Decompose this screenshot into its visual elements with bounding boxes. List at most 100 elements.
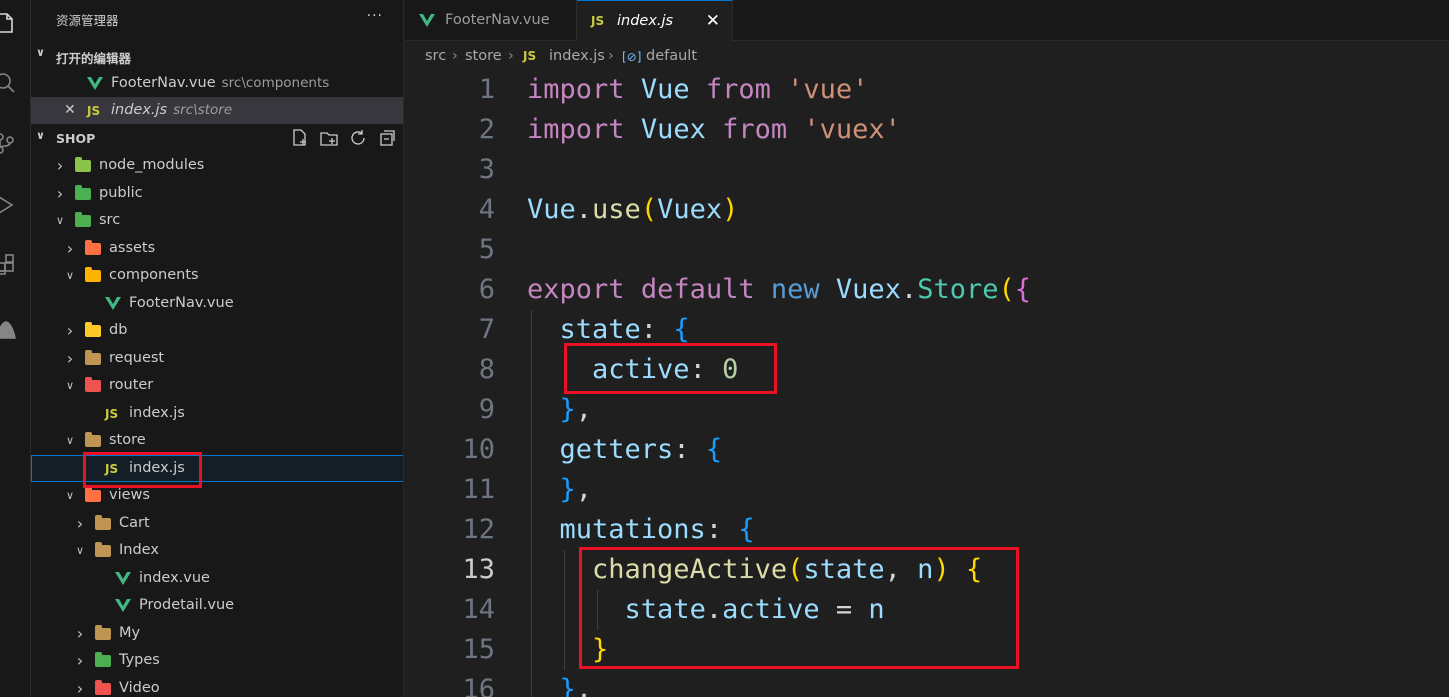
code-line[interactable]: 1 import Vue from 'vue' (405, 70, 1449, 110)
code-line[interactable]: 8 active: 0 (405, 350, 1449, 390)
breadcrumb-item[interactable]: default (646, 42, 697, 70)
code-text: export default new Vuex.Store({ (527, 270, 1031, 310)
chevron-down-icon[interactable]: ∨ (63, 262, 77, 289)
tree-item[interactable]: ∨ router (31, 372, 403, 399)
project-header[interactable]: ∨ SHOP (31, 127, 403, 151)
open-editor-item-active[interactable]: ✕ JS index.js src\store (31, 97, 403, 124)
indent-guide (564, 550, 565, 670)
tree-item[interactable]: ∨ components (31, 262, 403, 289)
close-icon[interactable]: ✕ (64, 97, 76, 124)
new-file-icon[interactable] (291, 129, 311, 149)
close-icon[interactable]: ✕ (706, 1, 720, 42)
tab-footernav[interactable]: FooterNav.vue (405, 0, 577, 41)
code-token: . (900, 274, 918, 305)
code-token: , (575, 394, 593, 425)
code-line[interactable]: 5 (405, 230, 1449, 270)
code-token: new (770, 274, 820, 305)
open-editor-path: src\store (173, 102, 233, 118)
code-editor[interactable]: 1 import Vue from 'vue' 2 import Vuex from … (405, 70, 1449, 697)
code-token: 'vuex' (803, 114, 901, 145)
code-line[interactable]: 6 export default new Vuex.Store({ (405, 270, 1449, 310)
code-line[interactable]: 10 getters: { (405, 430, 1449, 470)
open-editors-header[interactable]: ∨ 打开的编辑器 (31, 44, 403, 68)
tree-item[interactable]: ∨ Index (31, 537, 403, 564)
more-actions-icon[interactable]: ··· (367, 8, 383, 24)
chevron-down-icon[interactable]: ∨ (73, 537, 87, 564)
explorer-title: 资源管理器 (56, 13, 119, 28)
source-control-icon[interactable] (0, 132, 16, 154)
collapse-all-icon[interactable] (378, 129, 398, 149)
folder-icon (85, 239, 101, 256)
folder-icon (85, 349, 101, 366)
chevron-right-icon[interactable]: › (53, 180, 67, 207)
chevron-right-icon[interactable]: › (63, 345, 77, 372)
breadcrumb-item[interactable]: store (465, 42, 502, 70)
chevron-down-icon[interactable]: ∨ (63, 427, 77, 454)
code-line[interactable]: 9 }, (405, 390, 1449, 430)
code-token: ) (722, 194, 739, 225)
extensions-icon[interactable] (0, 254, 16, 276)
code-line[interactable]: 2 import Vuex from 'vuex' (405, 110, 1449, 150)
remote-icon[interactable] (0, 318, 16, 340)
code-line[interactable]: 16 }, (405, 670, 1449, 697)
code-line[interactable]: 11 }, (405, 470, 1449, 510)
code-token: import (527, 114, 625, 145)
tree-item[interactable]: › assets (31, 235, 403, 262)
chevron-down-icon: ∨ (36, 46, 45, 59)
code-token: } (559, 674, 576, 697)
code-token: state (559, 314, 641, 345)
tree-item[interactable]: › My (31, 620, 403, 647)
code-text: import Vue from 'vue' (527, 70, 868, 110)
chevron-right-icon[interactable]: › (73, 510, 87, 537)
run-debug-icon[interactable] (0, 194, 16, 216)
tree-item[interactable]: ∨ src (31, 207, 403, 234)
code-line[interactable]: 12 mutations: { (405, 510, 1449, 550)
chevron-right-icon[interactable]: › (63, 317, 77, 344)
folder-icon (95, 624, 111, 641)
chevron-down-icon[interactable]: ∨ (63, 372, 77, 399)
code-token: default (640, 274, 755, 305)
tree-item[interactable]: FooterNav.vue (31, 290, 403, 317)
project-label: SHOP (56, 131, 96, 146)
tree-item[interactable]: › Cart (31, 510, 403, 537)
chevron-right-icon[interactable]: › (73, 620, 87, 647)
tree-item[interactable]: › db (31, 317, 403, 344)
tree-item[interactable]: ∨ store (31, 427, 403, 454)
refresh-icon[interactable] (349, 129, 369, 149)
code-token: { (705, 434, 723, 465)
line-number: 7 (478, 314, 495, 345)
explorer-icon[interactable] (0, 12, 16, 34)
chevron-right-icon[interactable]: › (63, 235, 77, 262)
new-folder-icon[interactable] (320, 129, 340, 149)
breadcrumb-item[interactable]: src (425, 42, 446, 70)
code-line[interactable]: 7 state: { (405, 310, 1449, 350)
tree-item[interactable]: Prodetail.vue (31, 592, 403, 619)
line-number: 12 (462, 514, 495, 545)
tree-item[interactable]: › public (31, 180, 403, 207)
tree-item[interactable]: › Video (31, 675, 403, 697)
vue-icon (419, 14, 435, 27)
chevron-down-icon[interactable]: ∨ (53, 207, 67, 234)
tree-item-label: store (109, 432, 146, 448)
tree-item[interactable]: › node_modules (31, 152, 403, 179)
chevron-right-icon[interactable]: › (73, 675, 87, 697)
tree-item[interactable]: JS index.js (31, 400, 403, 427)
chevron-down-icon[interactable]: ∨ (63, 482, 77, 509)
tree-item-label: components (109, 267, 199, 283)
chevron-right-icon[interactable]: › (53, 152, 67, 179)
tree-item[interactable]: › Types (31, 647, 403, 674)
tree-item[interactable]: › request (31, 345, 403, 372)
breadcrumb-item[interactable]: index.js (549, 42, 605, 70)
search-icon[interactable] (0, 72, 16, 94)
code-token: Store (917, 274, 999, 305)
code-line[interactable]: 4 Vue.use(Vuex) (405, 190, 1449, 230)
tree-item-label: public (99, 184, 143, 201)
code-token: { (738, 514, 755, 545)
tab-index-js[interactable]: JS index.js ✕ (577, 0, 733, 41)
tree-item-label: db (109, 322, 128, 338)
tree-item[interactable]: index.vue (31, 565, 403, 592)
code-line[interactable]: 3 (405, 150, 1449, 190)
chevron-right-icon[interactable]: › (73, 647, 87, 674)
open-editor-item[interactable]: FooterNav.vue src\components (31, 70, 403, 97)
